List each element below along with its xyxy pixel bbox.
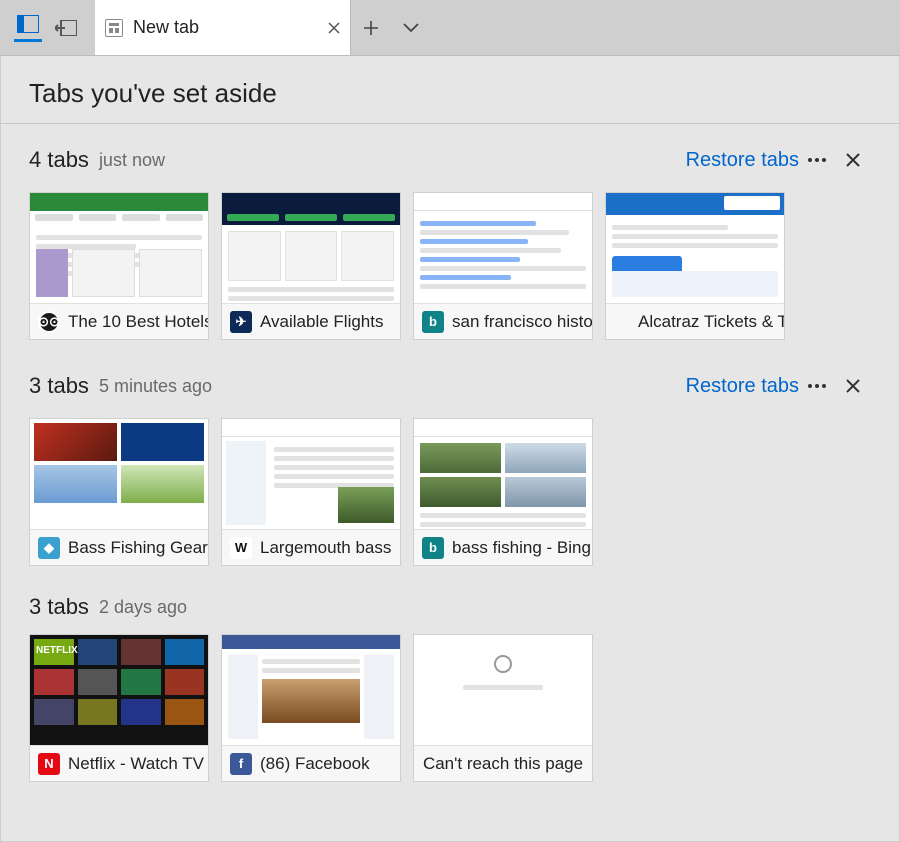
tripadvisor-icon: ⊙⊙: [38, 311, 60, 333]
tab-group-header: 3 tabs 5 minutes ago Restore tabs: [29, 368, 871, 404]
tab-thumbnail[interactable]: NETFLIX NNetflix - Watch TV: [29, 634, 209, 782]
tab-group: 3 tabs 5 minutes ago Restore tabs ◆ Bass …: [1, 358, 899, 584]
wikipedia-icon: W: [230, 537, 252, 559]
bing-icon: b: [422, 311, 444, 333]
tab-overflow-button[interactable]: [391, 0, 431, 56]
netflix-icon: N: [38, 753, 60, 775]
tab-thumbnail-title: san francisco history: [452, 312, 592, 332]
new-tab-button[interactable]: [351, 0, 391, 56]
facebook-icon: f: [230, 753, 252, 775]
tab-group-thumbnails: ◆ Bass Fishing Gear W Largemouth bass bbas…: [29, 418, 871, 566]
tab-favicon: [105, 19, 123, 37]
tab-group-close-button[interactable]: [835, 142, 871, 178]
tab-thumbnail[interactable]: W Largemouth bass: [221, 418, 401, 566]
titlebar-left: [0, 0, 95, 55]
tabstrip-actions: [351, 0, 431, 55]
tab-group-more-button[interactable]: [799, 142, 835, 178]
panel-title: Tabs you've set aside: [1, 56, 899, 124]
tab-group-count: 3 tabs: [29, 594, 89, 620]
tab-group-header: 3 tabs 2 days ago: [29, 594, 871, 620]
tab-group: 4 tabs just now Restore tabs ⊙⊙ The 10 Be…: [1, 132, 899, 358]
tab-thumbnail-title: Largemouth bass: [260, 538, 391, 558]
tab-thumbnail[interactable]: ⊙⊙ The 10 Best Hotels: [29, 192, 209, 340]
tab-thumbnail[interactable]: Alcatraz Tickets & Tours: [605, 192, 785, 340]
tab-group-time: 5 minutes ago: [99, 376, 212, 397]
tab-title: New tab: [133, 17, 318, 38]
tab-group-count: 3 tabs: [29, 373, 89, 399]
restore-tabs-link[interactable]: Restore tabs: [686, 149, 799, 172]
tab-group-count: 4 tabs: [29, 147, 89, 173]
titlebar: New tab: [0, 0, 900, 56]
tab-close-button[interactable]: [328, 22, 340, 34]
site-icon: ◆: [38, 537, 60, 559]
tab-thumbnail[interactable]: ✈ Available Flights: [221, 192, 401, 340]
tab-group-header: 4 tabs just now Restore tabs: [29, 142, 871, 178]
restore-tabs-link[interactable]: Restore tabs: [686, 375, 799, 398]
tab-group-time: just now: [99, 150, 165, 171]
tab-thumbnail[interactable]: b bass fishing - Bing: [413, 418, 593, 566]
tab-thumbnail-title: Bass Fishing Gear: [68, 538, 208, 558]
tabs-set-aside-panel-button[interactable]: [14, 14, 42, 42]
tab-thumbnail-title: The 10 Best Hotels: [68, 312, 208, 332]
tab-group-thumbnails: NETFLIX NNetflix - Watch TV f(86) Facebo…: [29, 634, 871, 782]
tab-group-thumbnails: ⊙⊙The 10 Best Hotels ✈Available Flights …: [29, 192, 871, 340]
set-tabs-aside-button[interactable]: [52, 14, 80, 42]
tab-thumbnail-title: (86) Facebook: [260, 754, 370, 774]
bing-icon: b: [422, 537, 444, 559]
tab-thumbnail[interactable]: b san francisco history: [413, 192, 593, 340]
tab-thumbnail[interactable]: ◆ Bass Fishing Gear: [29, 418, 209, 566]
alaska-icon: ✈: [230, 311, 252, 333]
tab-thumbnail-title: Can't reach this page: [423, 754, 583, 774]
tab-thumbnail[interactable]: f (86) Facebook: [221, 634, 401, 782]
tab-thumbnail[interactable]: Can't reach this page: [413, 634, 593, 782]
tab-thumbnail-title: bass fishing - Bing: [452, 538, 591, 558]
tab-group-close-button[interactable]: [835, 368, 871, 404]
tab-thumbnail-title: Netflix - Watch TV: [68, 754, 204, 774]
tab-group-more-button[interactable]: [799, 368, 835, 404]
tabs-set-aside-panel: Tabs you've set aside 4 tabs just now Re…: [0, 56, 900, 842]
tab-thumbnail-title: Alcatraz Tickets & Tours: [638, 312, 784, 332]
browser-tab[interactable]: New tab: [95, 0, 351, 55]
tab-group-time: 2 days ago: [99, 597, 187, 618]
tab-thumbnail-title: Available Flights: [260, 312, 383, 332]
tab-group: 3 tabs 2 days ago NETFLIX NNetflix - Wat…: [1, 584, 899, 800]
